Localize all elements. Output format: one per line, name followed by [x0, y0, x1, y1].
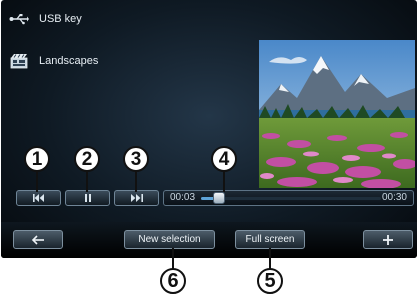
callout-2: 2: [74, 146, 100, 172]
callout-5-line: [269, 248, 271, 270]
callout-6: 6: [160, 268, 186, 294]
skip-previous-icon: [32, 194, 44, 202]
callout-2-line: [86, 170, 88, 192]
new-selection-button[interactable]: New selection: [124, 230, 215, 249]
film-icon: [9, 53, 29, 69]
elapsed-time: 00:03: [170, 192, 196, 203]
callout-3: 3: [123, 146, 149, 172]
add-button[interactable]: [363, 230, 413, 249]
callout-4: 4: [211, 146, 237, 172]
pause-button[interactable]: [65, 190, 110, 206]
back-button[interactable]: [13, 230, 63, 249]
callout-4-line: [223, 170, 225, 192]
usb-icon: [9, 11, 29, 27]
pause-icon: [84, 194, 91, 202]
progress-bar[interactable]: 00:03 00:30: [163, 190, 414, 206]
multimedia-screen: USB key Landscapes 00:03 00:30 New selec…: [1, 0, 417, 258]
callout-1: 1: [24, 146, 50, 172]
next-button[interactable]: [114, 190, 159, 206]
progress-thumb[interactable]: [213, 192, 225, 204]
progress-track[interactable]: [201, 192, 381, 204]
landscape-photo: [259, 40, 415, 188]
callout-5: 5: [257, 268, 283, 294]
skip-next-icon: [130, 194, 143, 202]
back-arrow-icon: [31, 234, 44, 245]
full-screen-button[interactable]: Full screen: [235, 230, 305, 249]
plus-icon: [383, 234, 393, 245]
source-label: USB key: [39, 13, 82, 25]
media-folder-label: Landscapes: [39, 55, 99, 67]
callout-3-line: [135, 170, 137, 192]
callout-1-line: [36, 170, 38, 192]
callout-6-line: [172, 248, 174, 270]
total-time: 00:30: [381, 192, 407, 203]
previous-button[interactable]: [16, 190, 61, 206]
source-row[interactable]: USB key: [9, 11, 82, 27]
media-folder-row[interactable]: Landscapes: [9, 53, 98, 69]
